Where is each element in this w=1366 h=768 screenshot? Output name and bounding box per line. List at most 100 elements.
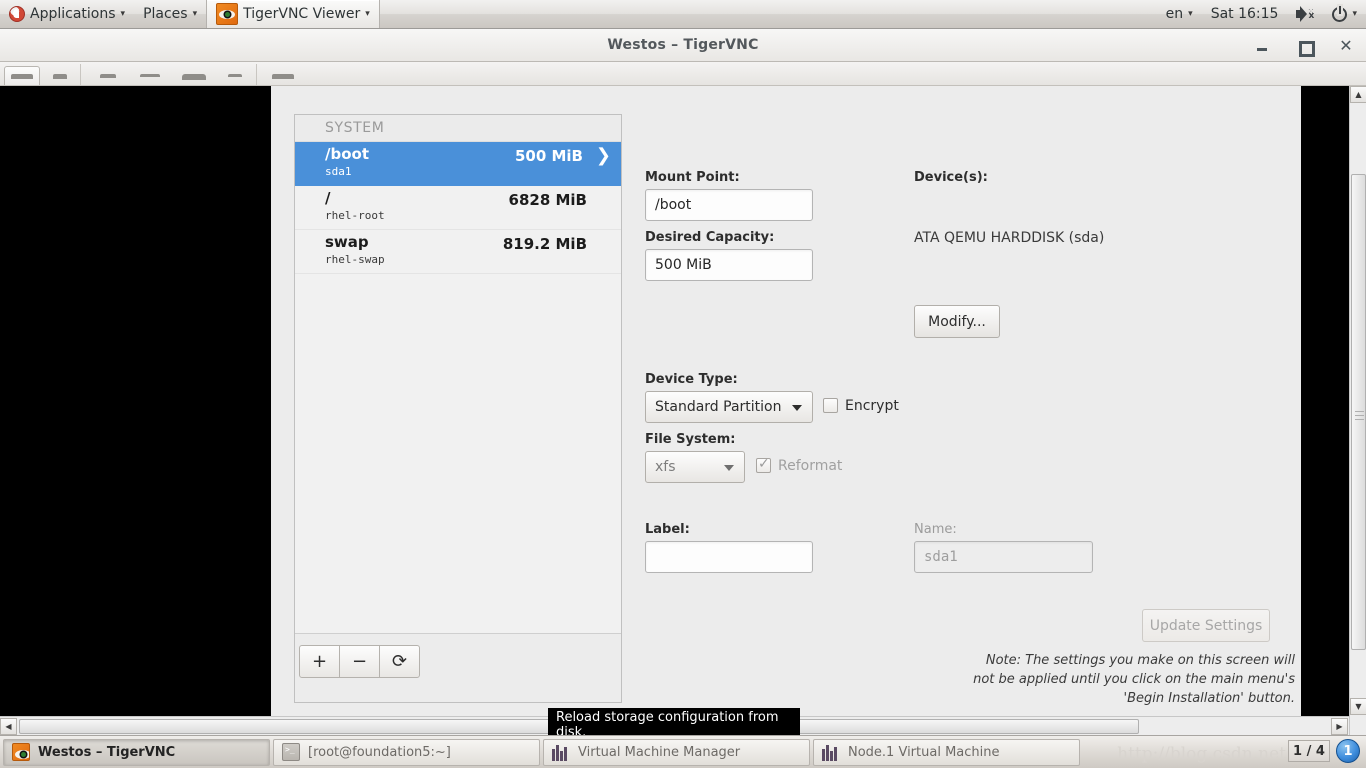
partition-list[interactable]: SYSTEM /boot sda1 500 MiB ❯ / rhel-root …: [295, 115, 621, 633]
label-field-label: Label:: [645, 522, 690, 537]
toolbar-icon-1: [11, 74, 33, 79]
active-application-menu[interactable]: TigerVNC Viewer ▾: [206, 0, 380, 28]
toolbar-icon-6: [228, 74, 242, 77]
vmm-icon: [552, 743, 570, 761]
chevron-down-icon: ▾: [365, 8, 370, 19]
update-settings-button: Update Settings: [1142, 609, 1270, 642]
chevron-down-icon: ▾: [192, 8, 198, 19]
device-type-select[interactable]: Standard Partition: [645, 391, 813, 423]
partition-toolbar-buttons: + − ⟳: [299, 645, 420, 678]
volume-muted-icon[interactable]: ⁙ x: [1287, 0, 1323, 28]
anaconda-manual-partitioning: SYSTEM /boot sda1 500 MiB ❯ / rhel-root …: [271, 86, 1301, 735]
applications-menu[interactable]: Applications ▾: [0, 0, 134, 28]
vnc-framebuffer[interactable]: SYSTEM /boot sda1 500 MiB ❯ / rhel-root …: [0, 86, 1349, 735]
notification-badge[interactable]: 1: [1336, 739, 1360, 763]
tigervnc-icon: [216, 3, 239, 25]
file-system-label: File System:: [645, 432, 736, 447]
taskbar-item-label: Virtual Machine Manager: [578, 744, 741, 760]
fedora-logo-icon: [9, 6, 25, 22]
tigervnc-window: Westos – TigerVNC ✕ SYSTEM /boot sda1 50…: [0, 29, 1366, 735]
remove-partition-button[interactable]: −: [339, 645, 380, 678]
desktop-top-panel: Applications ▾ Places ▾ TigerVNC Viewer …: [0, 0, 1366, 29]
reload-button-tooltip: Reload storage configuration from disk.: [548, 708, 800, 735]
places-menu-label: Places: [143, 6, 188, 22]
name-input: sda1: [914, 541, 1093, 573]
toolbar-icon-5: [182, 74, 206, 80]
taskbar-item-label: Westos – TigerVNC: [38, 744, 176, 760]
taskbar-item-vmm[interactable]: Virtual Machine Manager: [543, 738, 810, 766]
window-controls: ✕: [1254, 29, 1354, 62]
partition-device-name: sda1: [325, 165, 352, 178]
toolbar-icon-2: [53, 74, 67, 79]
keyboard-layout-label: en: [1165, 6, 1184, 22]
close-button[interactable]: ✕: [1338, 37, 1354, 54]
places-menu[interactable]: Places ▾: [134, 0, 206, 28]
window-title: Westos – TigerVNC: [607, 37, 759, 53]
applications-menu-label: Applications: [30, 6, 116, 22]
taskbar-item-tigervnc[interactable]: Westos – TigerVNC: [3, 738, 270, 766]
chevron-down-icon: [792, 405, 802, 411]
minimize-button[interactable]: [1254, 38, 1270, 54]
vnc-viewer-toolbar: [0, 62, 1366, 86]
partition-row-boot[interactable]: /boot sda1 500 MiB ❯: [295, 142, 621, 186]
chevron-down-icon: ▾: [1188, 8, 1193, 19]
keyboard-layout-indicator[interactable]: en ▾: [1157, 0, 1202, 28]
active-application-label: TigerVNC Viewer: [243, 6, 361, 22]
maximize-button[interactable]: [1296, 38, 1315, 57]
file-system-select[interactable]: xfs: [645, 451, 745, 483]
workspace-pager[interactable]: 1 / 4: [1288, 740, 1330, 762]
watermark-text: http://blog.csdn.net: [1117, 744, 1286, 764]
chevron-down-icon: ▾: [120, 8, 126, 19]
partition-settings-form: Mount Point: /boot Desired Capacity: 500…: [645, 106, 1295, 735]
modify-button[interactable]: Modify...: [914, 305, 1000, 338]
partition-list-toolbar: + − ⟳: [295, 633, 621, 702]
tigervnc-titlebar[interactable]: Westos – TigerVNC ✕: [0, 29, 1366, 62]
speaker-glyph: ⁙ x: [1296, 6, 1314, 22]
taskbar-item-node1[interactable]: Node.1 Virtual Machine: [813, 738, 1080, 766]
toolbar-icon-3: [100, 74, 116, 78]
reformat-checkbox[interactable]: [756, 456, 771, 473]
vertical-scrollbar[interactable]: ▲ ▼: [1349, 86, 1366, 735]
taskbar-item-label: [root@foundation5:~]: [308, 744, 451, 760]
desired-capacity-input[interactable]: 500 MiB: [645, 249, 813, 281]
scroll-right-button[interactable]: ▶: [1331, 718, 1348, 735]
toolbar-separator-2: [256, 64, 257, 85]
device-type-label: Device Type:: [645, 372, 738, 387]
vmm-icon: [822, 743, 840, 761]
encrypt-label: Encrypt: [845, 398, 899, 414]
partition-device-name: rhel-root: [325, 209, 385, 222]
partition-device-name: rhel-swap: [325, 253, 385, 266]
taskbar-item-terminal[interactable]: [root@foundation5:~]: [273, 738, 540, 766]
name-field-label: Name:: [914, 522, 957, 537]
toolbar-separator-1: [80, 64, 81, 85]
system-status-menu[interactable]: ▾: [1323, 0, 1366, 28]
screen: Applications ▾ Places ▾ TigerVNC Viewer …: [0, 0, 1366, 768]
device-name-text: ATA QEMU HARDDISK (sda): [914, 230, 1105, 246]
chevron-down-icon: [724, 465, 734, 471]
partition-size: 500 MiB: [514, 147, 583, 165]
chevron-right-icon[interactable]: ❯: [596, 145, 611, 166]
reformat-label: Reformat: [778, 458, 843, 474]
mount-point-label: Mount Point:: [645, 170, 740, 185]
toolbar-icon-7: [272, 74, 294, 79]
taskbar-item-label: Node.1 Virtual Machine: [848, 744, 1000, 760]
partition-size: 6828 MiB: [508, 191, 587, 209]
label-input[interactable]: [645, 541, 813, 573]
scroll-down-button[interactable]: ▼: [1350, 698, 1366, 715]
vertical-scrollbar-thumb[interactable]: [1351, 174, 1366, 650]
partition-row-swap[interactable]: swap rhel-swap 819.2 MiB: [295, 230, 621, 274]
window-taskbar: Westos – TigerVNC [root@foundation5:~] V…: [0, 735, 1366, 768]
chevron-down-icon: ▾: [1352, 8, 1357, 19]
clock-label: Sat 16:15: [1210, 6, 1279, 22]
scroll-left-button[interactable]: ◀: [0, 718, 17, 735]
toolbar-icon-4: [140, 74, 160, 77]
add-partition-button[interactable]: +: [299, 645, 340, 678]
tigervnc-icon: [12, 743, 30, 761]
encrypt-checkbox[interactable]: [823, 398, 838, 413]
mount-point-input[interactable]: /boot: [645, 189, 813, 221]
clock[interactable]: Sat 16:15: [1202, 0, 1288, 28]
file-system-value: xfs: [655, 459, 676, 475]
scroll-up-button[interactable]: ▲: [1350, 86, 1366, 103]
partition-row-root[interactable]: / rhel-root 6828 MiB: [295, 186, 621, 230]
reload-storage-button[interactable]: ⟳: [379, 645, 420, 678]
